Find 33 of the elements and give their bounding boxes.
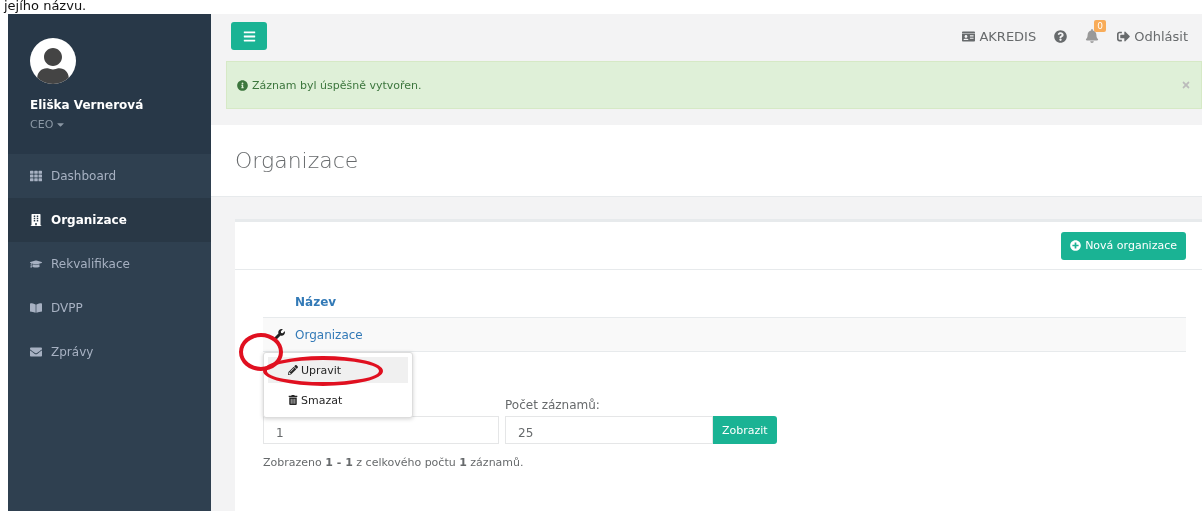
records-summary: Zobrazeno 1 - 1 z celkového počtu 1 záznamů. <box>263 456 525 469</box>
info-icon <box>237 79 248 91</box>
brand-link[interactable]: AKREDIS <box>979 28 1037 44</box>
building-icon <box>30 214 42 226</box>
page-field[interactable]: 1 <box>263 416 499 444</box>
book-icon <box>30 302 42 314</box>
per-page-label: Počet záznamů: <box>505 398 601 412</box>
graduation-cap-icon <box>30 258 42 270</box>
caption-text: jejího názvu. <box>2 0 88 14</box>
bell-icon[interactable] <box>1085 29 1100 43</box>
help-icon[interactable] <box>1054 29 1068 43</box>
show-button[interactable]: Zobrazit <box>713 416 777 444</box>
grid-icon <box>30 170 42 182</box>
pencil-icon <box>288 365 298 375</box>
page-title: Organizace <box>235 148 359 173</box>
table-cell[interactable]: Organizace <box>295 327 363 342</box>
menu-button[interactable] <box>231 22 267 50</box>
alert-text: Záznam byl úspěšně vytvořen. <box>252 78 423 92</box>
new-organization-button[interactable]: Nová organizace <box>1061 231 1186 260</box>
notification-badge: 0 <box>1094 20 1106 32</box>
per-page-field[interactable]: 25 <box>505 416 713 444</box>
id-card-icon[interactable] <box>962 29 976 43</box>
sidebar-item[interactable]: Organizace <box>8 198 211 242</box>
trash-icon <box>288 395 298 405</box>
envelope-icon <box>30 346 42 358</box>
user-role[interactable]: CEO <box>30 118 54 131</box>
menu-icon <box>242 29 256 43</box>
avatar-icon <box>30 38 76 84</box>
wrench-icon[interactable] <box>273 328 285 341</box>
logout-icon[interactable] <box>1117 29 1131 43</box>
user-name: Eliška Vernerová <box>30 98 145 112</box>
menu-item[interactable]: Smazat <box>268 387 408 413</box>
logout-link[interactable]: Odhlásit <box>1134 28 1188 44</box>
